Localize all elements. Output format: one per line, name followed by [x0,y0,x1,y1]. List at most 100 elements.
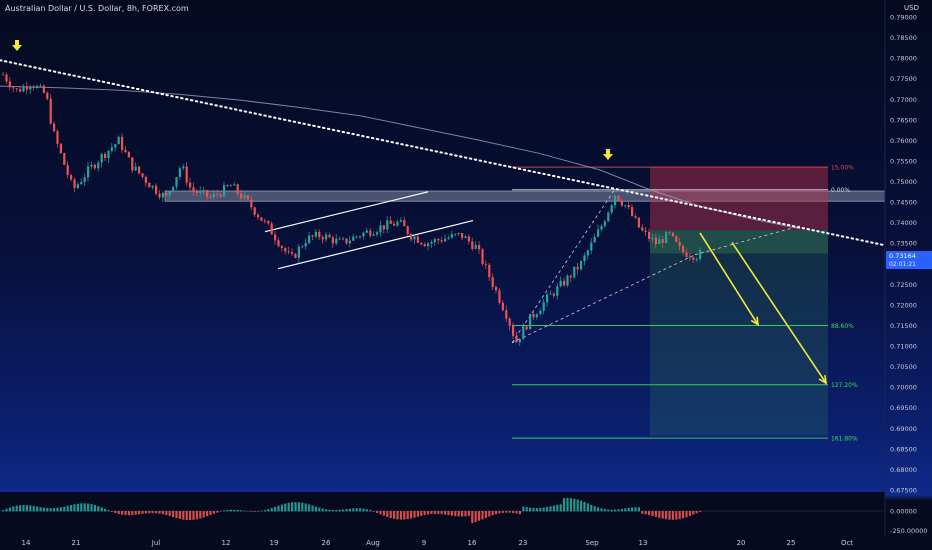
oscillator-bar [549,506,552,512]
oscillator-bar [345,509,348,512]
oscillator-bar [80,503,83,512]
candle-body [209,196,212,198]
oscillator-bar [250,511,253,512]
y-tick-label: 0.76500 [890,116,917,124]
candle-body [352,236,355,241]
x-tick-label: Aug [366,539,380,547]
candle-body [583,255,586,262]
price-chart[interactable]: 15.00% 0.00% 88.60% 127.20% 161.80% 0.00000 -… [0,0,932,550]
candle-body [161,192,164,198]
candle-body [100,153,103,163]
y-tick-label: 0.75000 [890,178,917,186]
oscillator-bar [185,511,188,520]
oscillator-bar [325,509,328,512]
candle-body [654,237,657,245]
candle-body [229,185,232,187]
oscillator-bar [583,501,586,512]
candle-body [5,74,8,82]
oscillator-bar [399,511,402,520]
oscillator-bar [148,511,151,514]
candle-body [474,245,477,249]
oscillator-bar [365,509,368,512]
oscillator-bar [464,511,467,517]
candle-body [144,176,147,183]
oscillator-bar [393,511,396,519]
candle-body [2,74,5,76]
y-tick-label: 0.68500 [890,445,917,453]
candle-body [223,185,226,197]
candle-body [331,237,334,244]
oscillator-bar [624,508,627,512]
currency-label: USD [904,4,919,12]
oscillator-bar [117,511,120,514]
y-tick-label: 0.78000 [890,55,917,63]
candle-body [491,277,494,288]
oscillator-bar [39,507,42,512]
oscillator-bar [634,507,637,512]
oscillator-bar [212,511,215,514]
candle-body [382,225,385,230]
candle-body [447,237,450,239]
x-tick-label: 21 [72,539,81,547]
oscillator-bar [433,511,436,514]
oscillator-bar [12,506,15,512]
y-tick-label: 0.71000 [890,343,917,351]
oscillator-bar [474,511,477,522]
candle-body [178,168,181,178]
oscillator-bar [8,507,11,512]
candle-body [168,191,171,196]
candle-body [253,207,256,215]
oscillator-bar [36,506,39,512]
oscillator-bar [491,511,494,516]
oscillator-bar [532,507,535,512]
y-tick-label: 0.72000 [890,301,917,309]
candle-body [199,190,202,193]
candle-body [423,244,426,247]
candle-body [280,246,283,248]
oscillator-bar [175,511,178,519]
oscillator-bar [243,510,246,512]
candle-body [549,293,552,295]
zones-layer [164,167,886,436]
oscillator-layer: 0.00000 -250.00000 [0,492,928,535]
oscillator-bar [546,506,549,512]
oscillator-bar [563,498,566,512]
marker-stem [606,149,610,154]
candle-body [124,149,127,152]
oscillator-bar [236,509,239,512]
fib-label: 15.00% [831,165,854,172]
candle-body [246,195,249,200]
oscillator-bar [97,506,100,512]
candle-body [515,335,518,343]
oscillator-bar [444,511,447,515]
oscillator-bar [172,511,175,518]
oscillator-bar [430,511,433,515]
candle-body [512,325,515,336]
oscillator-bar [675,511,678,520]
oscillator-bar [586,503,589,512]
oscillator-bar [253,511,256,512]
oscillator-bar [348,508,351,512]
oscillator-bar [314,506,317,512]
oscillator-bar [318,507,321,512]
candle-body [573,266,576,278]
candle-body [141,173,144,177]
candle-body [87,166,90,178]
candle-body [117,136,120,145]
oscillator-bar [73,504,76,512]
candle-body [396,221,399,226]
oscillator-bar [127,511,130,516]
y-tick-label: 0.70500 [890,363,917,371]
candle-body [444,238,447,242]
candle-body [250,199,253,208]
candle-body [641,227,644,231]
oscillator-bar [107,510,110,512]
oscillator-bar [671,511,674,520]
candle-body [362,232,365,237]
oscillator-bar [15,505,18,512]
candle-body [110,147,113,151]
candle-body [682,246,685,253]
candle-body [97,162,100,169]
oscillator-bar [566,497,569,512]
candle-body [593,236,596,243]
